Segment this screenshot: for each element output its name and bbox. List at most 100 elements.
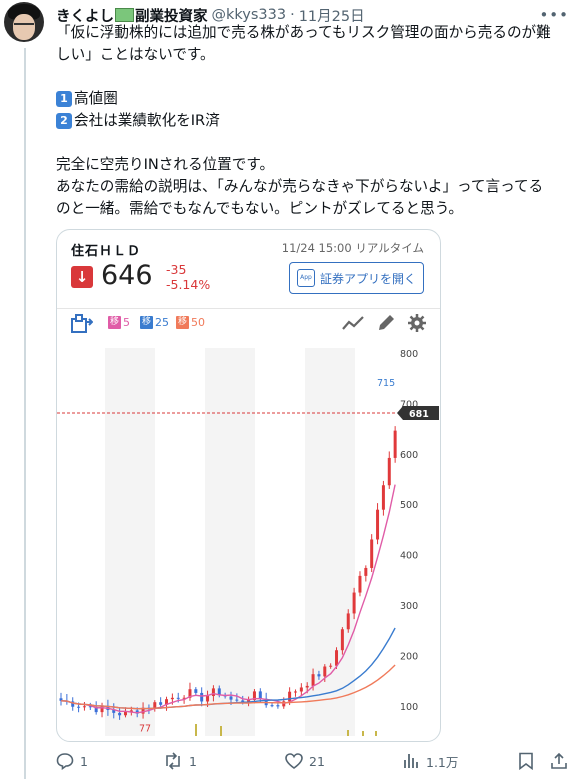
candle-body (340, 629, 344, 651)
candle-body (77, 706, 81, 708)
down-arrow-icon: ↓ (71, 266, 93, 288)
y-tick-label: 400 (400, 551, 418, 562)
like-button[interactable]: 21 (285, 748, 325, 774)
share-button[interactable] (550, 748, 568, 774)
candle-body (258, 691, 262, 699)
repost-icon (166, 752, 180, 770)
views-button[interactable]: 1.1万 (402, 748, 458, 774)
candle-body (317, 674, 321, 677)
post-text: 「仮に浮動株的には追加で売る株があってもリスク管理の面から売るのが難 しい」こと… (56, 22, 571, 220)
reply-button[interactable]: 1 (56, 748, 88, 774)
open-app-button[interactable]: App 証券アプリを開く (289, 262, 424, 294)
volume-bar (375, 731, 377, 736)
repost-count: 1 (189, 753, 197, 769)
candle-body (311, 674, 315, 686)
chart-band (105, 348, 155, 736)
candle-body (235, 699, 239, 701)
candle-body (170, 697, 174, 700)
y-tick-label: 500 (400, 500, 418, 511)
view-count: 1.1万 (426, 754, 459, 770)
stock-card-image[interactable]: 住石ＨＬＤ 11/24 15:00 リアルタイム ↓ 646 -35 -5.14… (56, 229, 441, 742)
keycap-two-icon: 2 (56, 113, 72, 129)
candle-body (288, 691, 292, 702)
divider (57, 308, 440, 309)
ma-value: 50 (191, 316, 205, 329)
candle-body (123, 712, 127, 716)
post-line: しい」ことはないです。 (56, 46, 215, 63)
candle-body (346, 613, 350, 630)
chart-settings-icon[interactable] (71, 314, 93, 334)
money-emoji-icon (115, 8, 134, 22)
candlestick-chart[interactable]: 10020030040050060070080068171577 (57, 348, 440, 741)
candle-body (381, 485, 385, 510)
high-label: 715 (377, 378, 395, 389)
reply-count: 1 (80, 753, 88, 769)
gear-icon[interactable] (408, 314, 426, 332)
avatar[interactable] (4, 2, 44, 42)
y-tick-label: 100 (400, 702, 418, 713)
views-icon (404, 754, 418, 768)
chart-band (205, 348, 255, 736)
price-change: -35 -5.14% (166, 262, 210, 292)
candle-body (82, 706, 86, 708)
change-percent: -5.14% (166, 277, 211, 292)
candle-body (376, 509, 380, 540)
candle-body (358, 575, 362, 593)
volume-bar (195, 724, 197, 736)
volume-bar (220, 726, 222, 736)
ma-legend-25: 移 25 (140, 316, 169, 329)
ma-legend-50: 移 50 (176, 316, 205, 329)
heart-icon (285, 753, 303, 769)
post-line: あなたの需給の説明は、「みんなが売らなきゃ下がらないよ」って言ってる (56, 178, 544, 195)
list-item: 2 会社は業績軟化をIR済 (56, 110, 571, 132)
ma-value: 5 (123, 316, 130, 329)
post-line: のと一緒。需給でもなんでもない。ピントがズレてると思う。 (56, 200, 464, 217)
candle-body (305, 685, 309, 688)
share-icon (551, 752, 567, 769)
separator-dot: · (290, 7, 295, 23)
y-tick-label: 800 (400, 349, 418, 360)
candle-body (370, 539, 374, 568)
candle-body (118, 712, 122, 716)
candle-body (270, 705, 274, 707)
y-tick-label: 600 (400, 450, 418, 461)
volume-bar (347, 730, 349, 736)
like-count: 21 (309, 753, 325, 769)
action-bar: 1 1 21 1.1万 (56, 748, 571, 774)
candle-body (276, 705, 280, 707)
trendline-icon[interactable] (342, 314, 364, 332)
bookmark-button[interactable] (518, 748, 534, 774)
app-icon: App (296, 269, 315, 287)
chart-tools (342, 314, 426, 332)
reply-icon (56, 753, 74, 770)
candle-body (393, 430, 397, 458)
stock-price: 646 (101, 260, 153, 291)
candle-body (176, 697, 180, 699)
list-item: 1 高値圏 (56, 88, 571, 110)
candle-body (329, 665, 333, 667)
candle-body (299, 687, 303, 692)
candle-body (364, 567, 368, 576)
quote-timestamp: 11/24 15:00 リアルタイム (281, 241, 424, 255)
open-app-label: 証券アプリを開く (319, 271, 416, 286)
ma-value: 25 (155, 316, 169, 329)
ma-legend-5: 移 5 (108, 316, 130, 329)
repost-button[interactable]: 1 (163, 748, 197, 774)
ma-tag: 移 (140, 316, 153, 329)
author-handle[interactable]: @kkys333 (212, 7, 287, 23)
candle-body (206, 696, 210, 702)
candle-body (293, 691, 297, 693)
thread-line (24, 48, 26, 779)
bookmark-icon (519, 752, 533, 770)
y-tick-label: 200 (400, 651, 418, 662)
candle-body (211, 688, 215, 697)
volume-bar (362, 731, 364, 736)
pencil-icon[interactable] (376, 314, 396, 332)
y-tick-label: 300 (400, 601, 418, 612)
low-label: 77 (139, 723, 151, 734)
change-value: -35 (166, 262, 187, 277)
candle-body (335, 650, 339, 666)
ma-tag: 移 (108, 316, 121, 329)
ma-tag: 移 (176, 316, 189, 329)
list-item-text: 高値圏 (74, 90, 118, 107)
